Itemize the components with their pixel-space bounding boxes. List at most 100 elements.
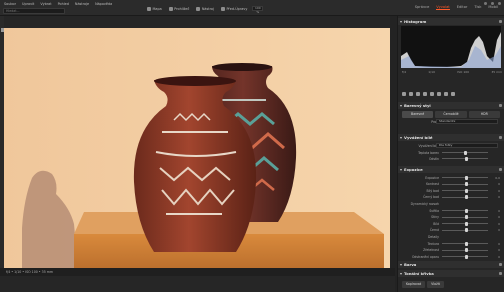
slider-track[interactable] bbox=[442, 208, 488, 213]
section-tone-curve[interactable]: Tonální křivka bbox=[398, 270, 504, 277]
healing-icon[interactable] bbox=[437, 92, 441, 96]
slider-track[interactable] bbox=[442, 188, 488, 193]
app-window: Soubor Upravit Vybrat Pohled Nástroje Ná… bbox=[0, 0, 504, 292]
slider-track[interactable] bbox=[442, 241, 488, 246]
section-menu-icon[interactable] bbox=[499, 104, 502, 107]
slider-track[interactable] bbox=[442, 195, 488, 200]
menu-item-edit[interactable]: Upravit bbox=[21, 1, 35, 7]
slider-track[interactable] bbox=[442, 175, 488, 180]
section-exposure[interactable]: Expozice bbox=[398, 166, 504, 173]
slider-label: Kontrast bbox=[426, 182, 439, 187]
hdr-mode-button[interactable]: HDR bbox=[468, 111, 500, 118]
slider-row: Dynamický rozsah bbox=[404, 201, 500, 206]
slider-row: Bílá 0 bbox=[404, 221, 500, 226]
slider-row: Expozice 0,0 bbox=[404, 175, 500, 180]
search-input[interactable]: Hledat... bbox=[3, 8, 65, 14]
temp-label: Teplota barev bbox=[418, 150, 439, 155]
gradient-icon[interactable] bbox=[423, 92, 427, 96]
top-toolbar: Soubor Upravit Vybrat Pohled Nástroje Ná… bbox=[0, 0, 504, 16]
tool-button[interactable]: Nástroj bbox=[194, 5, 216, 12]
slider-row: Černá 0 bbox=[404, 228, 500, 233]
status-bar: f/4 • 1/10 • ISO 100 • 35 mm bbox=[0, 268, 395, 276]
brush-icon[interactable] bbox=[416, 92, 420, 96]
slider-track[interactable] bbox=[442, 182, 488, 187]
slider-label: Odstranění oparu bbox=[411, 254, 439, 259]
paste-button[interactable]: Vložit bbox=[427, 281, 444, 288]
viewer-button[interactable]: Prohlížeč bbox=[167, 5, 192, 12]
tool-group: Mapa Prohlížeč Nástroj Před-Úpravy 100 % bbox=[145, 5, 264, 13]
slider-knob[interactable] bbox=[465, 241, 468, 246]
temp-slider[interactable] bbox=[442, 150, 488, 155]
slider-row: Světla 0 bbox=[404, 208, 500, 213]
slider-knob[interactable] bbox=[465, 208, 468, 213]
tab-editor[interactable]: Editor bbox=[457, 5, 468, 10]
slider-track[interactable] bbox=[442, 221, 488, 226]
slider-knob[interactable] bbox=[465, 195, 468, 200]
slider-label: Textura bbox=[427, 241, 439, 246]
map-button[interactable]: Mapa bbox=[145, 5, 164, 12]
redeye-icon[interactable] bbox=[451, 92, 455, 96]
aperture-text: f/4 bbox=[402, 70, 406, 74]
radial-icon[interactable] bbox=[430, 92, 434, 96]
temp-knob[interactable] bbox=[464, 150, 468, 155]
section-menu-icon[interactable] bbox=[499, 136, 502, 139]
slider-label: Expozice bbox=[425, 175, 439, 180]
zoom-field[interactable]: 100 % bbox=[252, 6, 264, 13]
menu-item-tools[interactable]: Nástroje bbox=[74, 1, 90, 7]
slider-value: 0 bbox=[498, 182, 500, 187]
tab-mobile[interactable]: Mobil bbox=[488, 5, 498, 10]
bw-mode-button[interactable]: Černobílé bbox=[435, 111, 467, 118]
slider-knob[interactable] bbox=[465, 228, 468, 233]
eyedropper-icon[interactable] bbox=[444, 92, 448, 96]
tint-knob[interactable] bbox=[465, 156, 468, 161]
slider-knob[interactable] bbox=[465, 221, 468, 226]
maximize-icon[interactable] bbox=[491, 2, 494, 5]
menu-item-select[interactable]: Vybrat bbox=[39, 1, 52, 7]
section-color-style[interactable]: Barevný styl bbox=[398, 102, 504, 109]
slider-knob[interactable] bbox=[465, 248, 468, 253]
profile-select[interactable]: Standardní bbox=[436, 119, 498, 124]
photo-canvas[interactable] bbox=[4, 28, 390, 276]
tab-develop[interactable]: Vyvolat bbox=[436, 5, 450, 10]
section-menu-icon[interactable] bbox=[499, 272, 502, 275]
tab-print[interactable]: Tisk bbox=[474, 5, 481, 10]
section-title: Expozice bbox=[404, 167, 423, 172]
slider-track[interactable] bbox=[442, 248, 488, 253]
slider-knob[interactable] bbox=[465, 188, 468, 193]
close-icon[interactable] bbox=[498, 2, 501, 5]
slider-track[interactable] bbox=[442, 228, 488, 233]
section-histogram[interactable]: Histogram bbox=[398, 18, 504, 25]
slider-label: Detaily bbox=[428, 234, 439, 239]
menu-item-file[interactable]: Soubor bbox=[3, 1, 17, 7]
section-menu-icon[interactable] bbox=[499, 168, 502, 171]
slider-knob[interactable] bbox=[465, 254, 468, 259]
tab-manage[interactable]: Správce bbox=[415, 5, 430, 10]
slider-knob[interactable] bbox=[465, 215, 468, 220]
crop-icon[interactable] bbox=[402, 92, 406, 96]
slider-knob[interactable] bbox=[465, 182, 468, 187]
panel-footer: Kopírovat Vložit bbox=[402, 281, 444, 288]
minimize-icon[interactable] bbox=[484, 2, 487, 5]
slider-track[interactable] bbox=[442, 215, 488, 220]
presets-button[interactable]: Před-Úpravy bbox=[219, 5, 249, 12]
slider-label: Černý bod bbox=[423, 195, 439, 200]
section-color[interactable]: Barva bbox=[398, 261, 504, 268]
tool-icon bbox=[196, 6, 201, 11]
section-menu-icon[interactable] bbox=[499, 20, 502, 23]
wb-select[interactable]: Dle fotky bbox=[436, 143, 498, 148]
slider-label: Dynamický rozsah bbox=[410, 201, 439, 206]
section-menu-icon[interactable] bbox=[499, 263, 502, 266]
slider-row: Odstranění oparu 0 bbox=[404, 254, 500, 259]
slider-track[interactable] bbox=[442, 254, 488, 259]
tint-slider[interactable] bbox=[442, 156, 488, 161]
slider-knob[interactable] bbox=[465, 175, 468, 180]
menu-item-help[interactable]: Nápověda bbox=[94, 1, 113, 7]
rotate-icon[interactable] bbox=[409, 92, 413, 96]
copy-button[interactable]: Kopírovat bbox=[402, 281, 426, 288]
slider-value: 0 bbox=[498, 248, 500, 253]
menu-item-view[interactable]: Pohled bbox=[57, 1, 70, 7]
slider-label: Zřetelnost bbox=[423, 248, 439, 253]
section-white-balance[interactable]: Vyvážení bílé bbox=[398, 134, 504, 141]
slider-label: Černá bbox=[429, 228, 439, 233]
color-mode-button[interactable]: Barevné bbox=[402, 111, 434, 118]
